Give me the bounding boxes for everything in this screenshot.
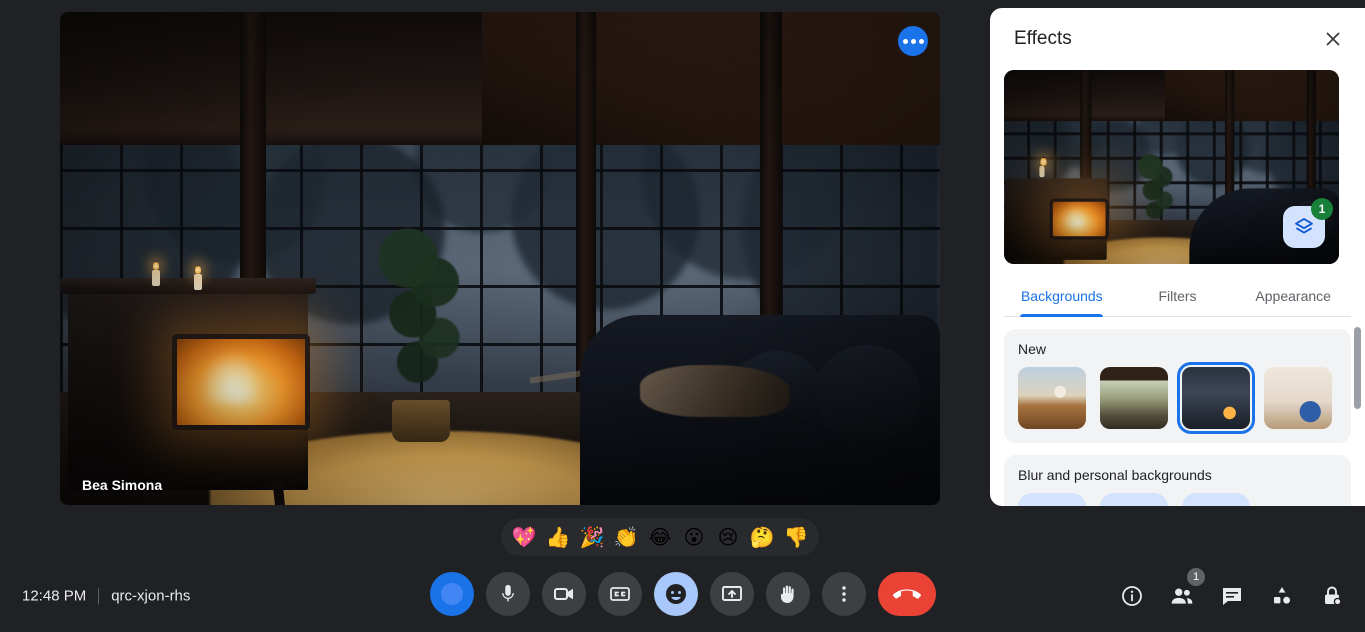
reaction-face-with-open-mouth[interactable]: 😮 bbox=[681, 527, 707, 547]
bottom-toolbar: 12:48 PM qrc-xjon-rhs 1 bbox=[0, 560, 1365, 632]
reaction-clapping-hands[interactable]: 👏 bbox=[613, 527, 639, 547]
reaction-face-with-tears-of-joy[interactable]: 😂 bbox=[647, 527, 673, 547]
background-thumb-living-room[interactable] bbox=[1264, 367, 1332, 429]
effects-button[interactable] bbox=[653, 572, 698, 616]
effects-panel-title: Effects bbox=[1014, 28, 1072, 49]
chat-button[interactable] bbox=[1217, 581, 1247, 611]
reaction-bar: 💖 👍 🎉 👏 😂 😮 😢 🤔 👎 bbox=[501, 518, 819, 556]
blur-option-3[interactable] bbox=[1182, 493, 1250, 506]
blur-option-2[interactable] bbox=[1100, 493, 1168, 506]
meeting-details-button[interactable] bbox=[1117, 581, 1147, 611]
layers-count-badge: 1 bbox=[1311, 198, 1333, 220]
reaction-party-popper[interactable]: 🎉 bbox=[579, 527, 605, 547]
more-options-button[interactable] bbox=[821, 572, 866, 616]
background-thumb-taj-terrace[interactable] bbox=[1018, 367, 1086, 429]
reaction-thinking-face[interactable]: 🤔 bbox=[749, 527, 775, 547]
backgrounds-scroll-area[interactable]: New Blur and personal backgrounds bbox=[990, 317, 1365, 506]
tab-filters[interactable]: Filters bbox=[1120, 278, 1236, 316]
blur-and-personal-backgrounds-group: Blur and personal backgrounds bbox=[1004, 455, 1351, 506]
lock-icon bbox=[1325, 586, 1342, 606]
group-title-blur-personal: Blur and personal backgrounds bbox=[1018, 467, 1212, 483]
layers-icon bbox=[1295, 218, 1313, 234]
user-avatar-button[interactable] bbox=[429, 572, 474, 616]
layers-button[interactable]: 1 bbox=[1283, 198, 1333, 248]
group-title-new: New bbox=[1018, 341, 1047, 357]
new-backgrounds-group: New bbox=[1004, 329, 1351, 443]
dot bbox=[910, 38, 916, 44]
people-count-badge: 1 bbox=[1187, 568, 1205, 586]
captions-button[interactable] bbox=[597, 572, 642, 616]
meeting-meta: 12:48 PM qrc-xjon-rhs bbox=[22, 588, 190, 605]
microphone-icon bbox=[501, 584, 514, 602]
effects-panel-header: Effects bbox=[990, 8, 1365, 70]
video-camera-icon bbox=[553, 588, 573, 600]
meeting-code-label[interactable]: qrc-xjon-rhs bbox=[111, 588, 190, 605]
microphone-button[interactable] bbox=[485, 572, 530, 616]
self-view-preview[interactable]: 1 bbox=[1004, 70, 1339, 264]
tab-appearance[interactable]: Appearance bbox=[1235, 278, 1351, 316]
meet-app-window: Bea Simona 💖 👍 🎉 👏 😂 😮 😢 🤔 👎 12:48 PM qr… bbox=[0, 0, 1365, 632]
right-toolbar: 1 bbox=[1117, 568, 1347, 611]
close-icon bbox=[1326, 32, 1340, 46]
closed-captions-icon bbox=[609, 587, 630, 601]
host-controls-button[interactable] bbox=[1317, 581, 1347, 611]
effects-panel: Effects 1 Backgrounds Filters Appearance… bbox=[990, 8, 1365, 506]
clock-label: 12:48 PM bbox=[22, 587, 87, 605]
smiley-face-icon bbox=[665, 584, 686, 604]
background-thumb-cabin-fireplace[interactable] bbox=[1177, 362, 1255, 434]
meta-divider bbox=[98, 588, 100, 604]
raised-hand-icon bbox=[780, 585, 794, 603]
effects-tabs: Backgrounds Filters Appearance bbox=[1004, 278, 1351, 317]
tab-backgrounds[interactable]: Backgrounds bbox=[1004, 278, 1120, 317]
activities-button[interactable] bbox=[1267, 581, 1297, 611]
panel-scrollbar-thumb[interactable] bbox=[1354, 327, 1361, 409]
end-call-icon bbox=[892, 589, 921, 599]
chat-bubble-icon bbox=[1223, 588, 1241, 605]
blur-option-1[interactable] bbox=[1018, 493, 1086, 506]
call-controls bbox=[429, 572, 936, 616]
new-backgrounds-thumbnails bbox=[1018, 362, 1337, 434]
present-screen-icon bbox=[721, 586, 742, 601]
blur-option-chips bbox=[1018, 493, 1337, 506]
three-dots-vertical-icon bbox=[841, 586, 846, 602]
close-effects-panel-button[interactable] bbox=[1315, 21, 1351, 57]
raise-hand-button[interactable] bbox=[765, 572, 810, 616]
scene-vignette bbox=[60, 12, 940, 505]
people-icon bbox=[1171, 588, 1193, 604]
people-button[interactable]: 1 bbox=[1167, 568, 1205, 611]
participant-video-tile[interactable]: Bea Simona bbox=[60, 12, 940, 505]
activities-shapes-icon bbox=[1274, 587, 1290, 604]
present-button[interactable] bbox=[709, 572, 754, 616]
reaction-thumbs-up[interactable]: 👍 bbox=[545, 527, 571, 547]
participant-name-label: Bea Simona bbox=[82, 477, 163, 493]
video-scene bbox=[60, 12, 940, 505]
avatar-circle-icon bbox=[440, 583, 463, 605]
dot bbox=[918, 38, 924, 44]
camera-button[interactable] bbox=[541, 572, 586, 616]
tile-more-options-button[interactable] bbox=[898, 26, 928, 56]
reaction-crying-face[interactable]: 😢 bbox=[715, 527, 741, 547]
info-icon bbox=[1122, 586, 1142, 606]
dot bbox=[902, 38, 908, 44]
reaction-sparkling-heart[interactable]: 💖 bbox=[511, 527, 537, 547]
background-thumb-pergola-patio[interactable] bbox=[1100, 367, 1168, 429]
reaction-thumbs-down[interactable]: 👎 bbox=[783, 527, 809, 547]
leave-call-button[interactable] bbox=[877, 572, 936, 616]
